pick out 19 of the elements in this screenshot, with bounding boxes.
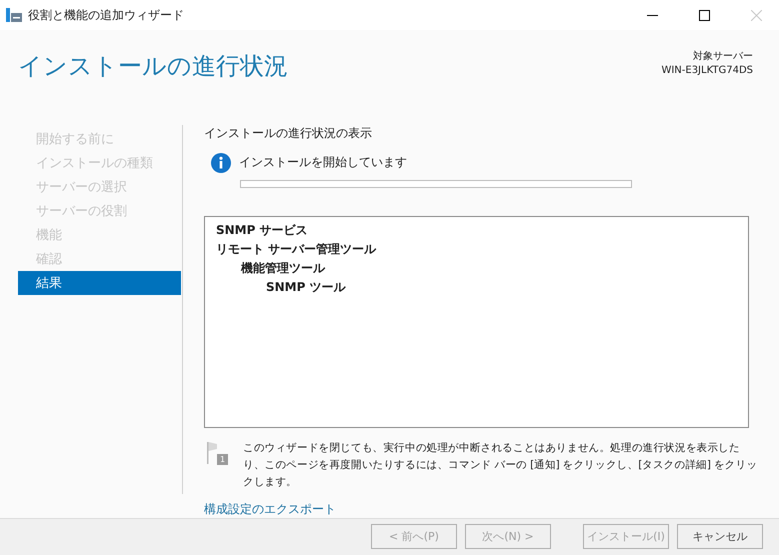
wizard-button[interactable]: キャンセル [677, 524, 763, 550]
notification-badge: 1 [217, 454, 228, 465]
nav-item[interactable]: 結果 [18, 270, 181, 295]
feature-label: 機能管理ツール [240, 260, 326, 277]
target-server: WIN-E3JLKTG74DS [661, 64, 753, 78]
page-title: インストールの進行状況 [18, 51, 288, 82]
maximize-icon[interactable] [698, 10, 710, 20]
window-title: 役割と機能の追加ウィザード [28, 6, 185, 24]
target-label: 対象サーバー [693, 50, 753, 64]
section-heading: インストールの進行状況の表示 [204, 124, 373, 141]
status-text: インストールを開始しています [239, 154, 407, 172]
info-icon [211, 152, 231, 173]
feature-label: リモート サーバー管理ツール [216, 240, 378, 258]
feature-label: SNMP ツール [265, 278, 347, 296]
server-icon [6, 8, 22, 22]
flag-icon [207, 442, 217, 464]
feature-label: SNMP サービス [216, 222, 309, 239]
export-link[interactable]: 構成設定のエクスポート [204, 500, 336, 518]
notice-text: このウィザードを閉じても、実行中の処理が中断されることはありません。処理の進行状況を表示したり、このページを再度開いたりするには、コマンド バーの [通知] をクリックし、[タスクの詳細] をクリックします。 [243, 440, 758, 490]
